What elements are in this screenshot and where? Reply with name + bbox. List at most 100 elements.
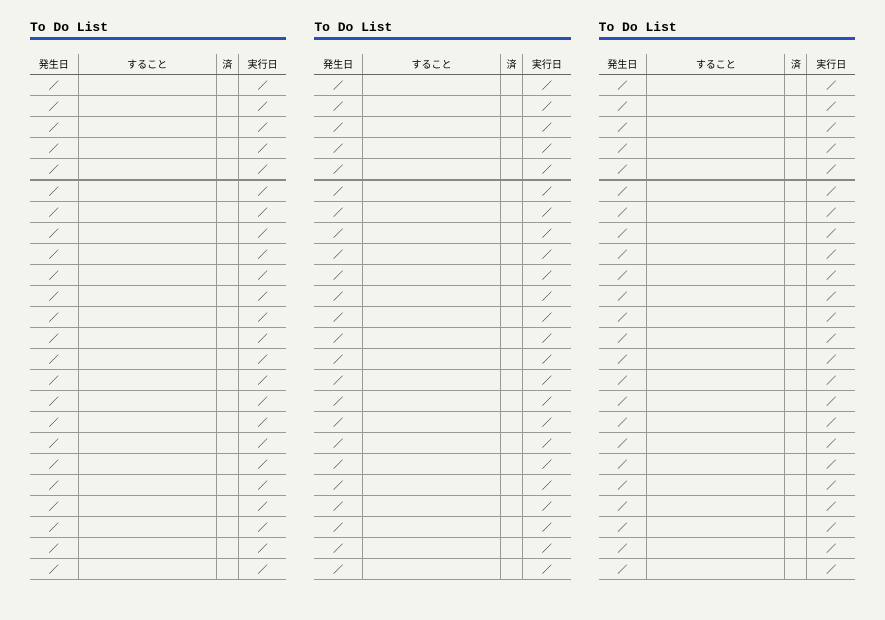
cell-task[interactable]	[362, 517, 500, 538]
cell-task[interactable]	[362, 159, 500, 181]
cell-done[interactable]	[216, 202, 238, 223]
cell-task[interactable]	[78, 433, 216, 454]
cell-done[interactable]	[501, 349, 523, 370]
cell-done[interactable]	[501, 223, 523, 244]
cell-date2[interactable]: ／	[523, 433, 571, 454]
cell-date1[interactable]: ／	[314, 391, 362, 412]
cell-done[interactable]	[501, 538, 523, 559]
cell-date2[interactable]: ／	[807, 328, 855, 349]
cell-date2[interactable]: ／	[238, 328, 286, 349]
cell-date1[interactable]: ／	[30, 328, 78, 349]
cell-task[interactable]	[362, 244, 500, 265]
cell-task[interactable]	[78, 475, 216, 496]
cell-date1[interactable]: ／	[30, 454, 78, 475]
cell-date1[interactable]: ／	[30, 159, 78, 181]
cell-task[interactable]	[78, 538, 216, 559]
cell-task[interactable]	[647, 454, 785, 475]
cell-date1[interactable]: ／	[599, 202, 647, 223]
cell-task[interactable]	[362, 454, 500, 475]
cell-task[interactable]	[362, 180, 500, 202]
cell-date2[interactable]: ／	[807, 223, 855, 244]
cell-task[interactable]	[78, 307, 216, 328]
cell-done[interactable]	[501, 265, 523, 286]
cell-date2[interactable]: ／	[807, 370, 855, 391]
cell-date2[interactable]: ／	[523, 202, 571, 223]
cell-date2[interactable]: ／	[523, 454, 571, 475]
cell-task[interactable]	[362, 433, 500, 454]
cell-date2[interactable]: ／	[238, 244, 286, 265]
cell-date2[interactable]: ／	[238, 202, 286, 223]
cell-date2[interactable]: ／	[807, 96, 855, 117]
cell-date2[interactable]: ／	[523, 138, 571, 159]
cell-task[interactable]	[647, 265, 785, 286]
cell-date2[interactable]: ／	[523, 517, 571, 538]
cell-date1[interactable]: ／	[314, 286, 362, 307]
cell-date1[interactable]: ／	[314, 370, 362, 391]
cell-date1[interactable]: ／	[599, 349, 647, 370]
cell-date1[interactable]: ／	[599, 517, 647, 538]
cell-task[interactable]	[362, 75, 500, 96]
cell-done[interactable]	[216, 138, 238, 159]
cell-date1[interactable]: ／	[599, 496, 647, 517]
cell-date2[interactable]: ／	[523, 307, 571, 328]
cell-date2[interactable]: ／	[523, 391, 571, 412]
cell-date1[interactable]: ／	[30, 370, 78, 391]
cell-date1[interactable]: ／	[30, 391, 78, 412]
cell-date2[interactable]: ／	[523, 96, 571, 117]
cell-done[interactable]	[501, 433, 523, 454]
cell-done[interactable]	[501, 75, 523, 96]
cell-task[interactable]	[647, 475, 785, 496]
cell-date1[interactable]: ／	[314, 159, 362, 181]
cell-done[interactable]	[501, 286, 523, 307]
cell-date1[interactable]: ／	[314, 559, 362, 580]
cell-date1[interactable]: ／	[314, 517, 362, 538]
cell-task[interactable]	[362, 475, 500, 496]
cell-task[interactable]	[362, 538, 500, 559]
cell-done[interactable]	[501, 159, 523, 181]
cell-date2[interactable]: ／	[238, 117, 286, 138]
cell-date2[interactable]: ／	[807, 475, 855, 496]
cell-task[interactable]	[362, 559, 500, 580]
cell-task[interactable]	[647, 159, 785, 181]
cell-done[interactable]	[216, 159, 238, 181]
cell-done[interactable]	[501, 370, 523, 391]
cell-date2[interactable]: ／	[523, 370, 571, 391]
cell-date2[interactable]: ／	[807, 159, 855, 181]
cell-date1[interactable]: ／	[599, 412, 647, 433]
cell-date1[interactable]: ／	[599, 117, 647, 138]
cell-date1[interactable]: ／	[599, 559, 647, 580]
cell-date1[interactable]: ／	[314, 307, 362, 328]
cell-date2[interactable]: ／	[807, 202, 855, 223]
cell-task[interactable]	[78, 244, 216, 265]
cell-done[interactable]	[501, 412, 523, 433]
cell-done[interactable]	[501, 391, 523, 412]
cell-task[interactable]	[647, 75, 785, 96]
cell-date2[interactable]: ／	[238, 412, 286, 433]
cell-task[interactable]	[647, 433, 785, 454]
cell-task[interactable]	[647, 391, 785, 412]
cell-date2[interactable]: ／	[523, 412, 571, 433]
cell-done[interactable]	[785, 202, 807, 223]
cell-date2[interactable]: ／	[238, 180, 286, 202]
cell-date2[interactable]: ／	[807, 454, 855, 475]
cell-task[interactable]	[647, 538, 785, 559]
cell-done[interactable]	[501, 559, 523, 580]
cell-date1[interactable]: ／	[314, 412, 362, 433]
cell-date2[interactable]: ／	[807, 75, 855, 96]
cell-task[interactable]	[78, 117, 216, 138]
cell-date1[interactable]: ／	[30, 496, 78, 517]
cell-done[interactable]	[216, 96, 238, 117]
cell-done[interactable]	[501, 517, 523, 538]
cell-done[interactable]	[216, 223, 238, 244]
cell-date1[interactable]: ／	[599, 538, 647, 559]
cell-task[interactable]	[647, 559, 785, 580]
cell-date2[interactable]: ／	[807, 538, 855, 559]
cell-date2[interactable]: ／	[523, 286, 571, 307]
cell-task[interactable]	[362, 117, 500, 138]
cell-task[interactable]	[78, 370, 216, 391]
cell-done[interactable]	[785, 517, 807, 538]
cell-date1[interactable]: ／	[599, 328, 647, 349]
cell-date1[interactable]: ／	[314, 244, 362, 265]
cell-date1[interactable]: ／	[599, 75, 647, 96]
cell-task[interactable]	[647, 244, 785, 265]
